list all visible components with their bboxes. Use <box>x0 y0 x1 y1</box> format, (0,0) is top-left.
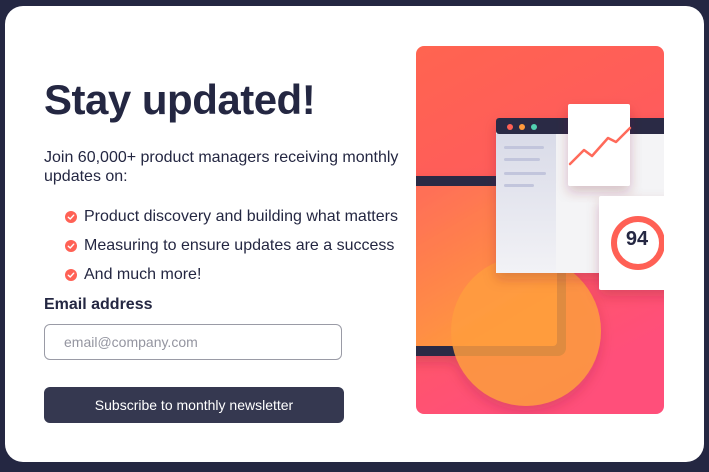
intro-text: Join 60,000+ product managers receiving … <box>44 149 399 185</box>
list-item: And much more! <box>65 260 398 289</box>
subscribe-button[interactable]: Subscribe to monthly newsletter <box>44 387 344 423</box>
newsletter-card: Stay updated! Join 60,000+ product manag… <box>5 6 704 462</box>
feature-list: Product discovery and building what matt… <box>65 202 398 289</box>
feature-label: And much more! <box>84 265 202 283</box>
hero-illustration: 94 <box>416 46 664 414</box>
check-circle-icon <box>65 239 77 252</box>
score-value: 94 <box>625 228 649 250</box>
list-item: Measuring to ensure updates are a succes… <box>65 231 398 260</box>
email-label: Email address <box>44 296 153 313</box>
check-circle-icon <box>65 210 77 223</box>
feature-label: Product discovery and building what matt… <box>84 207 398 225</box>
list-item: Product discovery and building what matt… <box>65 202 398 231</box>
feature-label: Measuring to ensure updates are a succes… <box>84 236 395 254</box>
email-field[interactable] <box>44 324 342 360</box>
check-circle-icon <box>65 268 77 281</box>
page-title: Stay updated! <box>44 76 316 123</box>
